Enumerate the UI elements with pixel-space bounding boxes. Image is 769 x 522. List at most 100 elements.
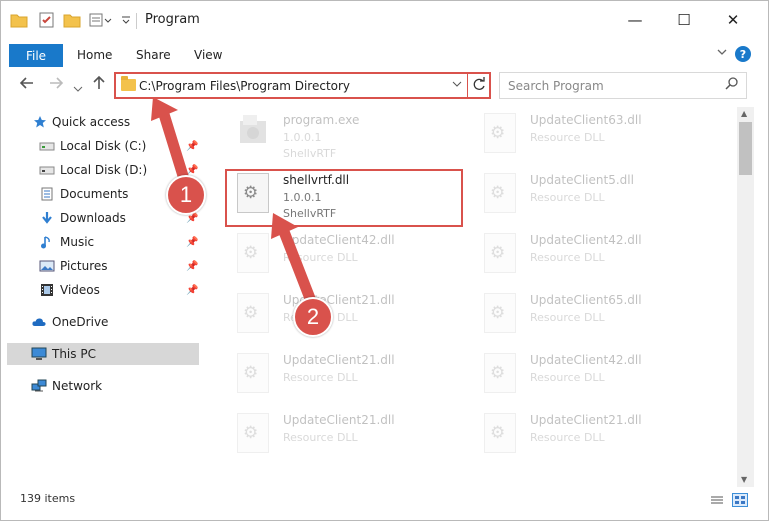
dll-icon: ⚙ xyxy=(237,413,269,453)
search-icon[interactable] xyxy=(725,77,738,95)
new-folder-icon[interactable] xyxy=(63,11,81,29)
file-item[interactable]: program.exe 1.0.0.1 ShellvRTF xyxy=(225,107,465,165)
tab-view[interactable]: View xyxy=(194,48,222,62)
sidebar-item-onedrive[interactable]: OneDrive xyxy=(1,311,201,333)
chevron-down-icon[interactable] xyxy=(717,47,727,60)
drive-icon xyxy=(39,139,55,153)
dll-icon: ⚙ xyxy=(484,413,516,453)
address-bar[interactable]: C:\Program Files\Program Directory xyxy=(114,72,491,99)
file-name: UpdateClient21.dll xyxy=(530,413,642,427)
folder-icon xyxy=(10,11,28,29)
file-item[interactable]: ⚙ UpdateClient63.dll Resource DLL xyxy=(472,107,712,165)
file-item[interactable]: ⚙ UpdateClient21.dll Resource DLL xyxy=(225,347,465,405)
file-name: UpdateClient63.dll xyxy=(530,113,642,127)
scroll-thumb[interactable] xyxy=(739,122,752,175)
scroll-down-icon[interactable]: ▼ xyxy=(741,475,747,484)
file-type: Resource DLL xyxy=(530,371,605,384)
pin-icon[interactable]: 📌 xyxy=(186,285,198,296)
item-count: 139 items xyxy=(20,492,76,505)
properties-icon[interactable] xyxy=(39,12,57,30)
file-item[interactable]: ⚙ UpdateClient21.dll Resource DLL xyxy=(472,407,712,465)
file-item[interactable]: ⚙ UpdateClient21.dll Resource DLL xyxy=(225,287,465,345)
sidebar-item-label: This PC xyxy=(52,347,96,361)
title-separator xyxy=(136,13,137,29)
file-name: UpdateClient21.dll xyxy=(283,413,395,427)
navigation-bar: C:\Program Files\Program Directory Searc… xyxy=(1,69,768,103)
details-view-icon[interactable] xyxy=(709,493,725,507)
back-arrow-icon[interactable] xyxy=(19,75,35,95)
vertical-scrollbar[interactable]: ▲ ▼ xyxy=(737,107,754,487)
sidebar-item-music[interactable]: Music 📌 xyxy=(1,231,201,253)
chevron-down-icon[interactable] xyxy=(452,77,462,94)
maximize-button[interactable]: ☐ xyxy=(661,7,707,33)
tab-share[interactable]: Share xyxy=(136,48,171,62)
file-item[interactable]: ⚙ UpdateClient42.dll Resource DLL xyxy=(225,227,465,285)
dll-icon: ⚙ xyxy=(484,353,516,393)
tab-home[interactable]: Home xyxy=(77,48,112,62)
music-icon xyxy=(39,235,55,249)
sidebar-item-videos[interactable]: Videos 📌 xyxy=(1,279,201,301)
dll-icon: ⚙ xyxy=(484,173,516,213)
file-type: Resource DLL xyxy=(530,131,605,144)
sidebar-item-network[interactable]: Network xyxy=(1,375,201,397)
sidebar-item-label: Quick access xyxy=(52,115,131,129)
pin-icon[interactable]: 📌 xyxy=(186,237,198,248)
pin-icon[interactable]: 📌 xyxy=(186,141,198,152)
pin-icon[interactable]: 📌 xyxy=(186,165,198,176)
up-arrow-icon[interactable] xyxy=(91,75,107,95)
file-name: UpdateClient65.dll xyxy=(530,293,642,307)
file-type: Resource DLL xyxy=(530,191,605,204)
file-item[interactable]: ⚙ UpdateClient21.dll Resource DLL xyxy=(225,407,465,465)
file-item[interactable]: ⚙ UpdateClient5.dll Resource DLL xyxy=(472,167,712,225)
file-type: Resource DLL xyxy=(283,371,358,384)
dll-icon: ⚙ xyxy=(237,293,269,333)
file-name: UpdateClient5.dll xyxy=(530,173,634,187)
customize-qa-icon[interactable] xyxy=(89,12,112,30)
address-path[interactable]: C:\Program Files\Program Directory xyxy=(139,79,350,93)
recent-locations-icon[interactable] xyxy=(73,79,83,98)
sidebar-item-local-disk-c[interactable]: Local Disk (C:) 📌 xyxy=(1,135,201,157)
ribbon-tabs: File Home Share View ? xyxy=(1,44,768,67)
sidebar-item-pictures[interactable]: Pictures 📌 xyxy=(1,255,201,277)
search-input[interactable]: Search Program xyxy=(508,79,604,93)
close-button[interactable]: ✕ xyxy=(710,7,756,33)
sidebar-item-local-disk-d[interactable]: Local Disk (D:) 📌 xyxy=(1,159,201,181)
window-title: Program xyxy=(145,12,200,27)
help-button[interactable]: ? xyxy=(735,46,751,62)
refresh-icon[interactable] xyxy=(472,75,486,97)
file-item[interactable]: ⚙ UpdateClient42.dll Resource DLL xyxy=(472,347,712,405)
tiles-view-icon[interactable] xyxy=(732,493,748,507)
sidebar-item-downloads[interactable]: Downloads 📌 xyxy=(1,207,201,229)
scroll-up-icon[interactable]: ▲ xyxy=(741,109,747,118)
file-highlight-box xyxy=(225,169,463,227)
minimize-button[interactable]: — xyxy=(612,7,658,33)
sidebar-item-label: Local Disk (D:) xyxy=(60,163,148,177)
sidebar-item-label: Pictures xyxy=(60,259,108,273)
sidebar-item-label: Network xyxy=(52,379,103,393)
file-name: UpdateClient42.dll xyxy=(530,233,642,247)
sidebar-item-this-pc[interactable]: This PC xyxy=(7,343,199,365)
title-bar: Program — ☐ ✕ xyxy=(1,1,768,39)
pictures-icon xyxy=(39,259,55,273)
exe-icon xyxy=(240,115,266,143)
videos-icon xyxy=(39,283,55,297)
computer-icon xyxy=(31,347,47,361)
file-item[interactable]: ⚙ UpdateClient65.dll Resource DLL xyxy=(472,287,712,345)
sidebar-item-quick-access[interactable]: Quick access xyxy=(1,111,201,133)
cloud-icon xyxy=(31,315,47,329)
dll-icon: ⚙ xyxy=(237,233,269,273)
tab-file[interactable]: File xyxy=(9,44,63,67)
pin-icon[interactable]: 📌 xyxy=(186,261,198,272)
status-bar: 139 items xyxy=(1,489,768,511)
file-type: Resource DLL xyxy=(283,251,358,264)
forward-arrow-icon[interactable] xyxy=(48,75,64,95)
file-name: UpdateClient42.dll xyxy=(530,353,642,367)
file-description: ShellvRTF xyxy=(283,147,337,160)
file-name: UpdateClient42.dll xyxy=(283,233,395,247)
navigation-pane: Quick access Local Disk (C:) 📌 Local Dis… xyxy=(1,107,201,487)
dll-icon: ⚙ xyxy=(484,293,516,333)
search-box[interactable]: Search Program xyxy=(499,72,747,99)
download-icon xyxy=(39,211,55,225)
file-item[interactable]: ⚙ UpdateClient42.dll Resource DLL xyxy=(472,227,712,285)
address-divider xyxy=(467,74,468,97)
